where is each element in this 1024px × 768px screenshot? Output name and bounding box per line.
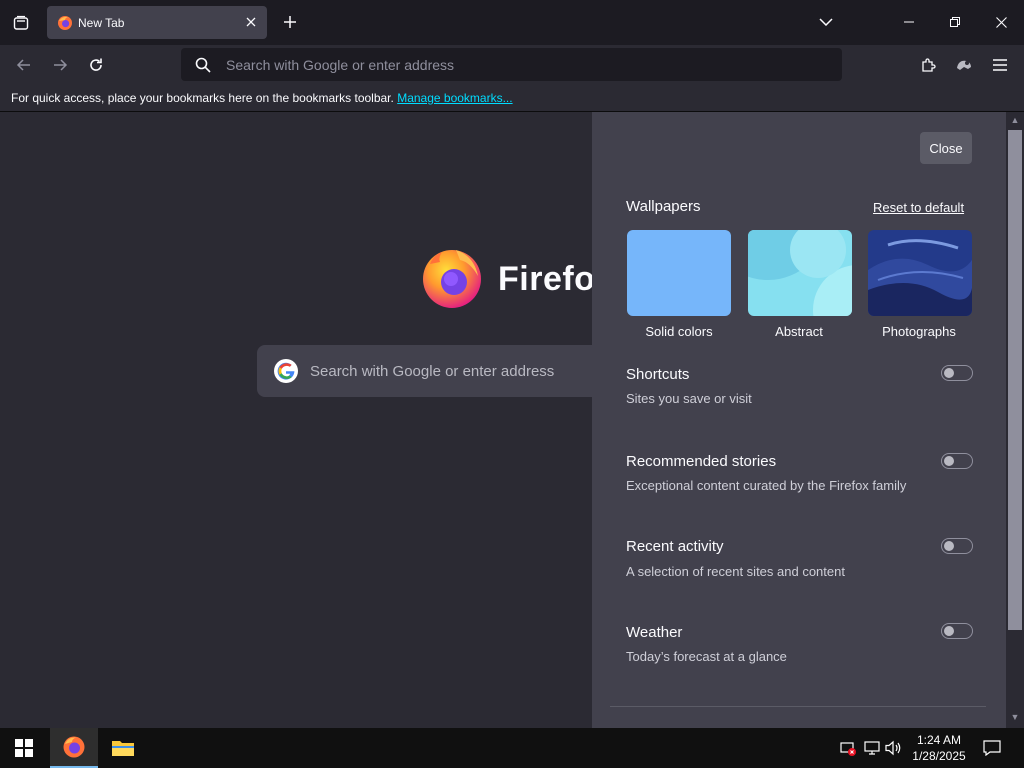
weather-subtitle: Today’s forecast at a glance [626,649,787,664]
taskbar-firefox-button[interactable] [50,728,98,768]
network-tray-icon[interactable] [862,738,882,758]
puzzle-icon [922,58,936,72]
scroll-down-icon[interactable]: ▼ [1009,712,1021,724]
panel-divider [610,706,986,707]
firefox-favicon-icon [58,15,72,30]
new-tab-button[interactable] [276,8,304,36]
shield-alert-icon [840,742,856,756]
tab-new-tab[interactable]: New Tab [47,6,267,39]
start-button[interactable] [0,728,48,768]
notification-icon [983,740,1001,756]
shortcuts-toggle[interactable] [941,365,973,381]
close-icon [995,16,1007,28]
minimize-button[interactable] [886,0,932,44]
plus-icon [284,16,296,28]
windows-taskbar: 1:24 AM 1/28/2025 [0,728,1024,768]
restore-button[interactable] [932,0,978,44]
network-icon [864,741,880,755]
reload-icon [90,58,102,71]
manage-bookmarks-link[interactable]: Manage bookmarks... [397,91,512,105]
reload-button[interactable] [80,49,112,81]
recommended-stories-subtitle: Exceptional content curated by the Firef… [626,478,907,493]
weather-title: Weather [626,624,683,641]
back-button[interactable] [8,49,40,81]
navigation-toolbar [0,45,1024,85]
chevron-down-icon [819,18,833,26]
scroll-up-icon[interactable]: ▲ [1009,115,1021,127]
windows-logo-icon [15,739,33,757]
shortcuts-title: Shortcuts [626,366,690,383]
wallpaper-label-photographs: Photographs [882,324,956,339]
minimize-icon [904,21,914,23]
close-panel-button[interactable]: Close [920,132,972,164]
hamburger-menu-icon [993,59,1007,71]
tab-title: New Tab [78,15,125,30]
wallpaper-label-solid: Solid colors [645,324,713,339]
tab-list-button[interactable] [0,0,42,45]
scrollbar-thumb[interactable] [1008,130,1022,630]
recommended-stories-title: Recommended stories [626,453,777,470]
notifications-button[interactable] [982,738,1002,758]
recent-activity-subtitle: A selection of recent sites and content [626,564,845,579]
bookmarks-hint-text: For quick access, place your bookmarks h… [11,91,394,105]
close-icon [246,17,256,27]
speaker-icon [885,740,901,756]
arrow-left-icon [16,59,30,71]
tab-close-button[interactable] [243,14,259,30]
shortcuts-subtitle: Sites you save or visit [626,391,752,406]
taskbar-file-explorer-button[interactable] [99,728,147,768]
firefox-taskbar-icon [63,736,85,758]
account-icon [957,60,971,70]
photograph-wallpaper-thumbnail [868,230,972,316]
wallpaper-photographs[interactable] [868,230,972,316]
taskbar-clock[interactable]: 1:24 AM 1/28/2025 [908,732,970,764]
security-alert-tray-icon[interactable] [838,738,858,758]
app-menu-button[interactable] [984,49,1016,81]
wallpapers-heading: Wallpapers [626,198,701,215]
account-button[interactable] [948,49,980,81]
abstract-wallpaper-thumbnail [748,230,852,316]
recent-activity-title: Recent activity [626,538,724,555]
tab-list-icon [13,15,29,30]
panel-scrollbar[interactable]: ▲ ▼ [1006,112,1024,728]
recent-activity-toggle[interactable] [941,538,973,554]
google-icon [274,359,298,383]
folder-icon [112,741,134,756]
volume-tray-icon[interactable] [884,738,904,758]
close-window-button[interactable] [978,0,1024,44]
customize-panel: Close Wallpapers Reset to default Solid … [592,112,1006,728]
new-tab-page: Firefox Close Wallpapers Reset to defaul… [0,112,1024,728]
url-bar[interactable] [181,48,842,81]
wallpaper-solid-colors[interactable] [627,230,731,316]
url-input[interactable] [226,56,786,73]
recommended-stories-toggle[interactable] [941,453,973,469]
wallpaper-label-abstract: Abstract [775,324,823,339]
bookmarks-toolbar: For quick access, place your bookmarks h… [0,85,1024,112]
reset-to-default-link[interactable]: Reset to default [873,200,964,215]
clock-time: 1:24 AM [916,733,962,747]
forward-button[interactable] [44,49,76,81]
extensions-button[interactable] [912,49,944,81]
list-all-tabs-button[interactable] [803,0,849,44]
clock-date: 1/28/2025 [912,749,966,763]
arrow-right-icon [54,59,68,71]
search-icon [195,57,211,73]
weather-toggle[interactable] [941,623,973,639]
firefox-logo-icon [423,250,481,308]
wallpaper-abstract[interactable] [748,230,852,316]
restore-icon [950,17,960,27]
tab-bar: New Tab [0,0,1024,45]
